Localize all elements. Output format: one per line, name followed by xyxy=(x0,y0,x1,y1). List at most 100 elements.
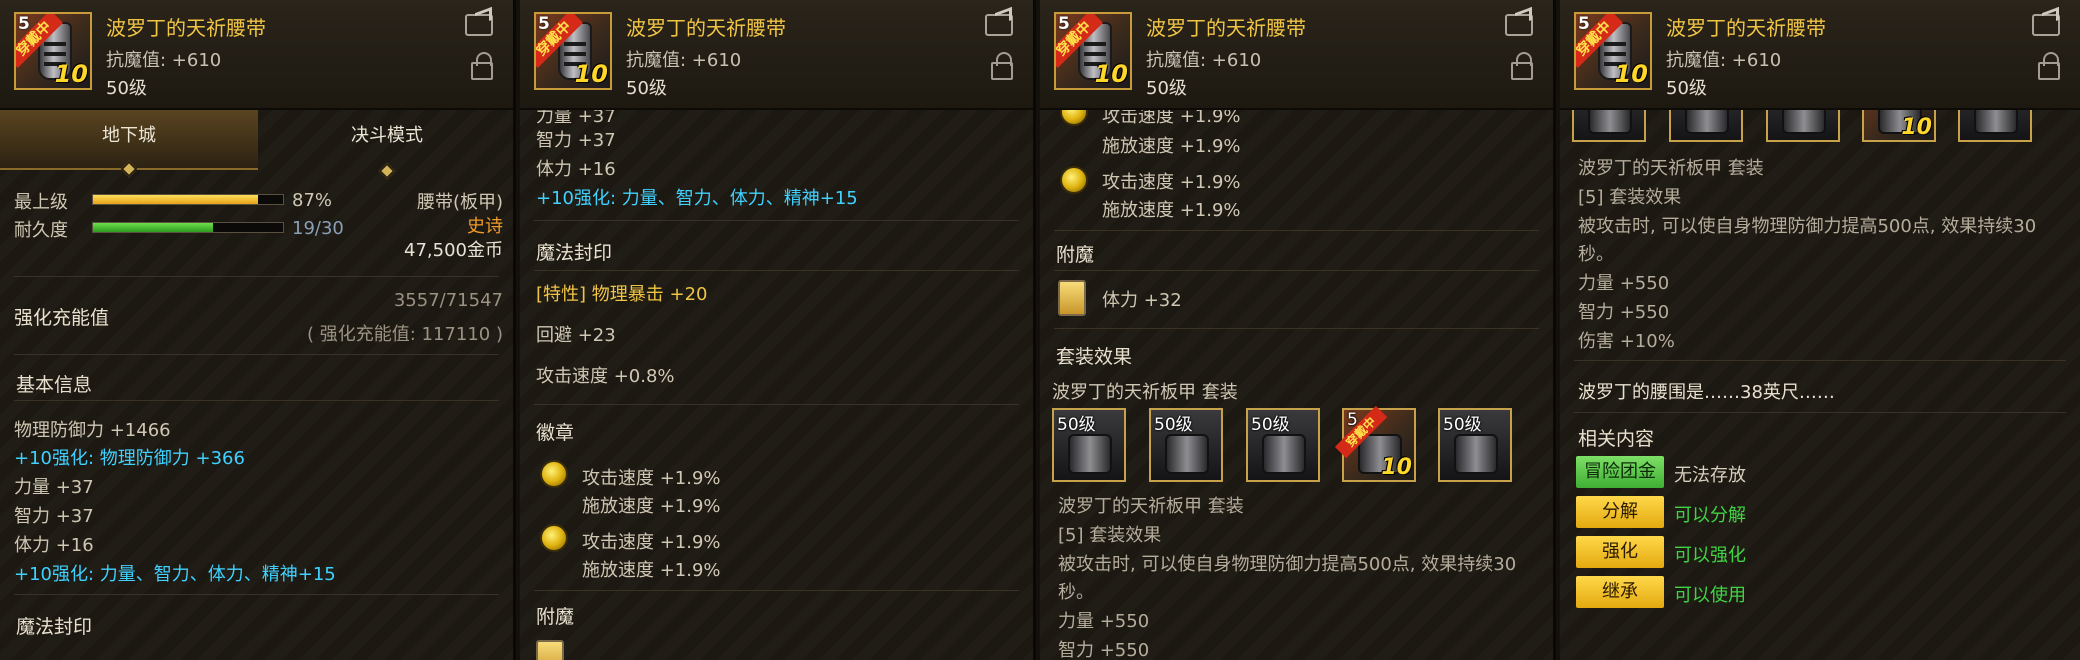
helmet-icon xyxy=(1068,434,1112,474)
tab-dungeon[interactable]: 地下城 xyxy=(0,110,258,178)
item-icon: 5 穿戴中 10 xyxy=(534,12,612,90)
emblem-stat: 攻击速度 +1.9% xyxy=(582,532,721,553)
armor-icon xyxy=(1685,110,1729,134)
divider xyxy=(1574,412,2066,413)
stat-line: 体力 +16 xyxy=(14,535,94,556)
set-slot[interactable]: 50级 xyxy=(1438,408,1512,482)
tooltip-body: 地下城 决斗模式 最上级 87% 耐久度 19/30 腰带(板甲) 史诗 47,… xyxy=(0,110,513,660)
set-slot[interactable]: 50级 xyxy=(1246,408,1320,482)
stat-line: 智力 +37 xyxy=(14,506,94,527)
set-count: [5] 套装效果 xyxy=(1578,187,1682,208)
enhance-button[interactable]: 强化 xyxy=(1576,536,1664,568)
set-slot[interactable]: 50级 xyxy=(1052,408,1126,482)
item-icon: 5 穿戴中 10 xyxy=(1054,12,1132,90)
item-name: 波罗丁的天祈腰带 xyxy=(1146,16,1306,40)
enchant-title: 附魔 xyxy=(536,606,575,628)
stat-line: 智力 +37 xyxy=(536,130,616,151)
set-effect: 秒。 xyxy=(1058,582,1094,603)
divider xyxy=(1054,328,1539,329)
item-level: 50级 xyxy=(106,78,147,99)
set-slot[interactable]: 10 xyxy=(1862,110,1936,142)
set-bonus: 力量 +550 xyxy=(1058,611,1150,632)
emblem-stat: 攻击速度 +1.9% xyxy=(1102,172,1241,193)
set-title: 套装效果 xyxy=(1056,346,1133,368)
set-slot[interactable] xyxy=(1958,110,2032,142)
max-level-label: 最上级 xyxy=(14,192,68,213)
stat-line: 体力 +16 xyxy=(536,159,616,180)
inherit-status: 可以使用 xyxy=(1674,585,1746,606)
divider xyxy=(1574,360,2066,361)
set-slot[interactable] xyxy=(1669,110,1743,142)
item-name: 波罗丁的天祈腰带 xyxy=(106,16,266,40)
share-icon[interactable] xyxy=(1505,14,1533,36)
divider xyxy=(534,590,1019,591)
item-icon: 5 穿戴中 10 xyxy=(14,12,92,90)
set-slot[interactable]: 5 穿戴中 10 xyxy=(1334,405,1416,482)
set-bonus-clipped: 智力 +550 xyxy=(1058,640,1150,660)
enhance-level: 10 xyxy=(54,60,88,88)
item-price: 47,500金币 xyxy=(404,240,503,261)
item-level: 50级 xyxy=(626,78,667,99)
set-bonus: 伤害 +10% xyxy=(1578,331,1675,352)
set-effect: 被攻击时, 可以使自身物理防御力提高500点, 效果持续30 xyxy=(1058,554,1517,575)
magic-seal-title: 魔法封印 xyxy=(16,616,93,638)
item-header: 5 穿戴中 10 波罗丁的天祈腰带 抗魔值: +610 50级 xyxy=(1560,0,2080,110)
divider xyxy=(534,220,1019,221)
flavor-text: 波罗丁的腰围是……38英尺…… xyxy=(1578,382,1835,403)
item-name: 波罗丁的天祈腰带 xyxy=(1666,16,1826,40)
max-level-bar xyxy=(92,194,284,205)
inherit-button[interactable]: 继承 xyxy=(1576,576,1664,608)
armor-icon xyxy=(1165,434,1209,474)
item-icon: 5 穿戴中 10 xyxy=(1574,12,1652,90)
tooltip-panel-2: 5 穿戴中 10 波罗丁的天祈腰带 抗魔值: +610 50级 力量 +37 智… xyxy=(520,0,1036,660)
disassemble-button[interactable]: 分解 xyxy=(1576,496,1664,528)
set-slot[interactable]: 50级 xyxy=(1149,408,1223,482)
enhance-energy-value: 3557/71547 xyxy=(393,290,503,311)
divider xyxy=(14,354,499,355)
emblem-icon xyxy=(540,524,568,552)
mask-icon xyxy=(1262,434,1306,474)
divider xyxy=(1054,270,1539,271)
divider xyxy=(1054,230,1539,231)
boots-icon xyxy=(1454,434,1498,474)
stat-line: +10强化: 力量、智力、体力、精神+15 xyxy=(536,188,858,209)
stat-line: +10强化: 力量、智力、体力、精神+15 xyxy=(14,564,336,585)
adventure-vault-button[interactable]: 冒险团金库 xyxy=(1576,456,1664,514)
lock-icon[interactable] xyxy=(2038,52,2060,80)
lock-icon[interactable] xyxy=(1511,52,1533,80)
set-slot[interactable] xyxy=(1766,110,1840,142)
set-count: [5] 套装效果 xyxy=(1058,525,1162,546)
set-effect: 被攻击时, 可以使自身物理防御力提高500点, 效果持续30 xyxy=(1578,216,2037,237)
item-rarity: 史诗 xyxy=(467,216,503,237)
durability-value: 19/30 xyxy=(292,218,344,239)
item-resist: 抗魔值: +610 xyxy=(106,50,222,71)
share-icon[interactable] xyxy=(465,14,493,36)
max-level-value: 87% xyxy=(292,190,333,211)
set-slot[interactable] xyxy=(1572,110,1646,142)
divider xyxy=(534,270,1019,271)
emblem-title: 徽章 xyxy=(536,422,575,444)
enhance-level: 10 xyxy=(574,60,608,88)
divider xyxy=(534,404,1019,405)
lock-icon[interactable] xyxy=(991,52,1013,80)
item-name: 波罗丁的天祈腰带 xyxy=(626,16,786,40)
item-header: 5 穿戴中 10 波罗丁的天祈腰带 抗魔值: +610 50级 xyxy=(0,0,513,110)
divider xyxy=(14,400,499,401)
share-icon[interactable] xyxy=(2032,14,2060,36)
tab-duel[interactable]: 决斗模式 xyxy=(258,110,513,180)
set-line: 波罗丁的天祈板甲 套装 xyxy=(1058,496,1244,517)
helmet-icon xyxy=(1588,110,1632,134)
tooltip-body: 攻击速度 +1.9% 施放速度 +1.9% 攻击速度 +1.9% 施放速度 +1… xyxy=(1040,110,1553,660)
divider xyxy=(14,594,499,595)
emblem-stat: 施放速度 +1.9% xyxy=(582,560,721,581)
set-effect: 秒。 xyxy=(1578,244,1614,265)
stat-line: 力量 +37 xyxy=(14,477,94,498)
basic-info-title: 基本信息 xyxy=(16,374,93,396)
tooltip-panel-3: 5 穿戴中 10 波罗丁的天祈腰带 抗魔值: +610 50级 攻击速度 +1.… xyxy=(1040,0,1556,660)
share-icon[interactable] xyxy=(985,14,1013,36)
lock-icon[interactable] xyxy=(471,52,493,80)
set-name: 波罗丁的天祈板甲 套装 xyxy=(1052,382,1238,403)
item-resist: 抗魔值: +610 xyxy=(1666,50,1782,71)
item-level: 50级 xyxy=(1666,78,1707,99)
tooltip-panel-1: 5 穿戴中 10 波罗丁的天祈腰带 抗魔值: +610 50级 地下城 决斗模式… xyxy=(0,0,516,660)
